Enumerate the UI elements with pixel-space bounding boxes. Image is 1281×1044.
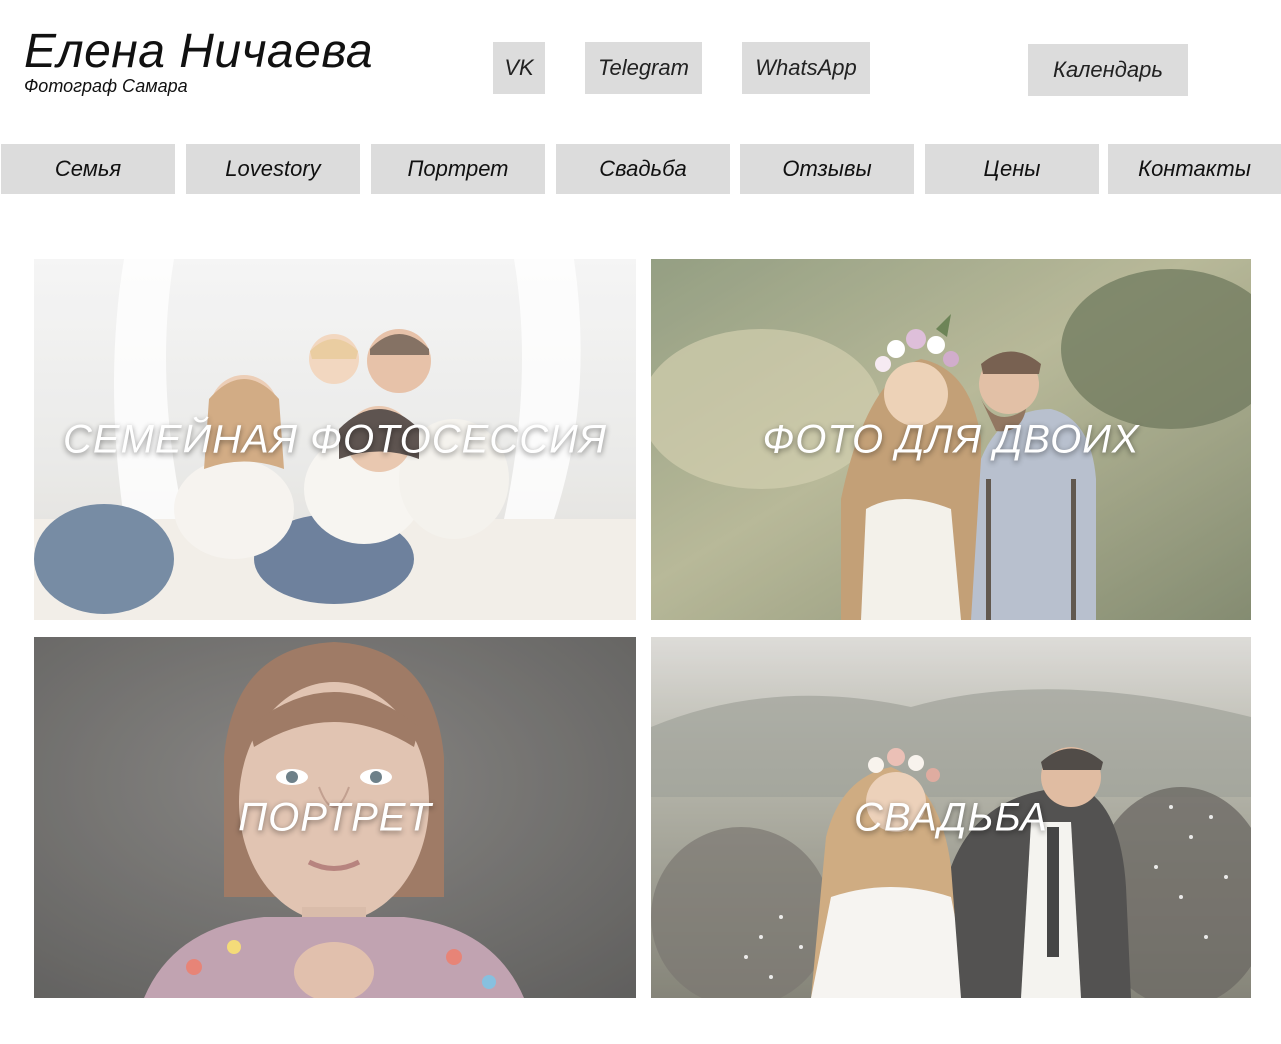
nav-item-prices[interactable]: Цены <box>925 144 1099 194</box>
tile-wedding[interactable]: СВАДЬБА <box>651 637 1251 998</box>
photographer-name: Елена Ничаева <box>24 25 374 78</box>
nav-item-family[interactable]: Семья <box>1 144 175 194</box>
brand[interactable]: Елена Ничаева Фотограф Самара <box>24 25 374 97</box>
nav-item-wedding[interactable]: Свадьба <box>556 144 730 194</box>
photographer-subtitle: Фотограф Самара <box>24 76 188 96</box>
tile-family-session[interactable]: СЕМЕЙНАЯ ФОТОСЕССИЯ <box>34 259 636 620</box>
nav-item-contacts[interactable]: Контакты <box>1108 144 1281 194</box>
whatsapp-button[interactable]: WhatsApp <box>742 42 870 94</box>
tile-portrait[interactable]: ПОРТРЕТ <box>34 637 636 998</box>
calendar-button[interactable]: Календарь <box>1028 44 1188 96</box>
tile-couple-session[interactable]: ФОТО ДЛЯ ДВОИХ <box>651 259 1251 620</box>
tile-family-label: СЕМЕЙНАЯ ФОТОСЕССИЯ <box>63 417 607 461</box>
tile-wedding-label: СВАДЬБА <box>854 795 1048 839</box>
nav-item-lovestory[interactable]: Lovestory <box>186 144 360 194</box>
nav-item-portrait[interactable]: Портрет <box>371 144 545 194</box>
telegram-button[interactable]: Telegram <box>585 42 702 94</box>
tile-portrait-label: ПОРТРЕТ <box>238 795 432 839</box>
tile-couple-label: ФОТО ДЛЯ ДВОИХ <box>762 417 1140 461</box>
nav-item-reviews[interactable]: Отзывы <box>740 144 914 194</box>
vk-button[interactable]: VK <box>493 42 545 94</box>
